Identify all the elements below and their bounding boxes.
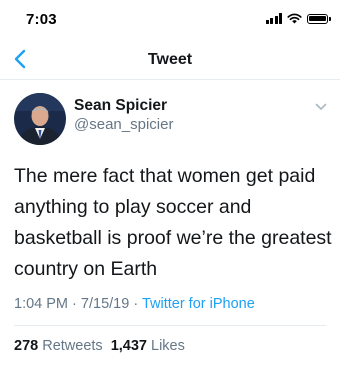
separator: · <box>72 296 77 312</box>
tweet-meta: 1:04 PM · 7/15/19 · Twitter for iPhone <box>14 296 255 312</box>
tweet-stats: 278 Retweets 1,437 Likes <box>14 338 185 354</box>
avatar[interactable] <box>14 93 66 145</box>
tweet-date: 7/15/19 <box>80 296 130 312</box>
status-icons <box>265 13 331 24</box>
signal-icon <box>265 13 282 24</box>
divider <box>14 325 326 326</box>
nav-bar: Tweet <box>0 40 340 80</box>
likes-label: Likes <box>151 338 185 354</box>
battery-icon <box>307 13 331 24</box>
retweets-count: 278 <box>14 338 39 354</box>
tweet-menu-button[interactable] <box>312 98 330 116</box>
author-handle[interactable]: @sean_spicier <box>74 116 173 133</box>
retweets-label: Retweets <box>42 338 103 354</box>
tweet-source-link[interactable]: Twitter for iPhone <box>142 296 255 312</box>
caret-down-icon <box>315 103 327 110</box>
status-time: 7:03 <box>26 11 57 28</box>
author-name[interactable]: Sean Spicier <box>74 97 167 115</box>
tweet-time: 1:04 PM <box>14 296 68 312</box>
retweets-stat[interactable]: 278 Retweets <box>14 338 103 354</box>
wifi-icon <box>287 13 302 24</box>
nav-title: Tweet <box>147 51 193 68</box>
likes-count: 1,437 <box>110 338 147 354</box>
tweet-text: The mere fact that women get paid anythi… <box>14 165 332 280</box>
likes-stat[interactable]: 1,437 Likes <box>111 338 185 354</box>
status-bar: 7:03 <box>0 0 340 40</box>
separator: · <box>133 296 139 312</box>
